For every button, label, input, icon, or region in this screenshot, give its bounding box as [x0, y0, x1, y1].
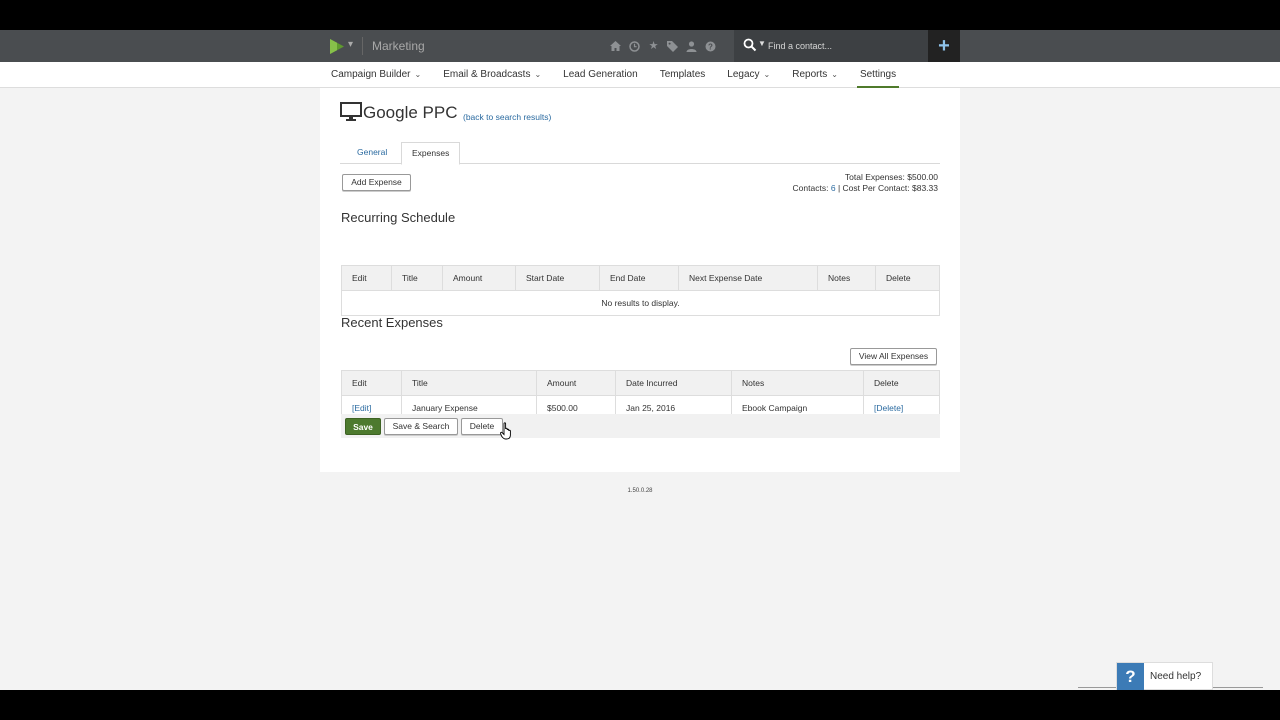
recurring-schedule-table: Edit Title Amount Start Date End Date Ne…	[341, 265, 940, 316]
column-header[interactable]: Edit	[341, 370, 402, 396]
svg-text:?: ?	[708, 42, 713, 51]
app-switcher-chevron-icon[interactable]: ▾	[348, 39, 353, 50]
tab-expenses[interactable]: Expenses	[401, 142, 461, 165]
nav-item-lead-generation[interactable]: Lead Generation	[563, 62, 638, 88]
column-header[interactable]: Amount	[442, 265, 516, 291]
nav-item-templates[interactable]: Templates	[660, 62, 706, 88]
table-header-row: Edit Title Amount Start Date End Date Ne…	[341, 265, 940, 291]
tag-icon[interactable]	[666, 38, 679, 54]
monitor-icon	[340, 102, 362, 121]
nav-item-label: Lead Generation	[563, 69, 638, 80]
help-question-icon: ?	[1117, 663, 1144, 690]
quick-icons: ★ ?	[609, 38, 717, 54]
quick-add-button[interactable]: +	[928, 30, 960, 62]
view-all-expenses-button[interactable]: View All Expenses	[850, 348, 937, 365]
save-button[interactable]: Save	[345, 418, 381, 435]
top-bar: ▾ Marketing ★ ? ▼ Find a contact... +	[0, 30, 1280, 62]
contacts-count-link[interactable]: 6	[831, 183, 836, 193]
table-header-row: Edit Title Amount Date Incurred Notes De…	[341, 370, 940, 396]
nav-item-legacy[interactable]: Legacy ⌄	[727, 62, 770, 88]
column-header[interactable]: Notes	[731, 370, 864, 396]
person-icon[interactable]	[685, 38, 698, 54]
expense-totals: Total Expenses: $500.00 Contacts: 6 | Co…	[793, 172, 938, 194]
contacts-label: Contacts:	[792, 183, 829, 193]
star-icon[interactable]: ★	[647, 38, 660, 54]
column-header[interactable]: Start Date	[515, 265, 600, 291]
contact-search: ▼	[734, 30, 928, 62]
search-options-chevron-icon[interactable]: ▼	[758, 39, 766, 48]
back-to-search-link[interactable]: (back to search results)	[463, 112, 551, 122]
chevron-down-icon: ⌄	[534, 70, 542, 79]
chevron-down-icon: ⌄	[414, 70, 422, 79]
nav-item-campaign-builder[interactable]: Campaign Builder ⌄	[331, 62, 421, 88]
cost-per-contact-label: Cost Per Contact:	[842, 183, 910, 193]
app-name: Marketing	[372, 39, 425, 53]
column-header[interactable]: Next Expense Date	[678, 265, 818, 291]
recent-expenses-title: Recent Expenses	[341, 315, 443, 330]
clock-icon[interactable]	[628, 38, 641, 54]
main-nav: Campaign Builder ⌄ Email & Broadcasts ⌄ Le…	[0, 62, 1280, 88]
nav-item-email-broadcasts[interactable]: Email & Broadcasts ⌄	[443, 62, 541, 88]
nav-item-label: Email & Broadcasts	[443, 69, 531, 80]
column-header[interactable]: Delete	[863, 370, 940, 396]
search-icon[interactable]	[743, 38, 757, 52]
nav-item-label: Reports	[792, 69, 828, 80]
cost-per-contact-value: $83.33	[912, 183, 938, 193]
column-header[interactable]: Notes	[817, 265, 876, 291]
nav-item-label: Campaign Builder	[331, 69, 411, 80]
contacts-line: Contacts: 6 | Cost Per Contact: $83.33	[793, 183, 938, 194]
top-bar-inner: ▾ Marketing ★ ? ▼ Find a contact... +	[320, 30, 960, 62]
empty-message: No results to display.	[341, 290, 940, 316]
need-help-label: Need help?	[1150, 671, 1202, 682]
save-and-search-button[interactable]: Save & Search	[384, 418, 458, 435]
column-header[interactable]: Title	[391, 265, 443, 291]
contact-search-input[interactable]	[768, 37, 918, 55]
nav-item-label: Legacy	[727, 69, 760, 80]
help-circle-icon[interactable]: ?	[704, 38, 717, 54]
tab-bar: General Expenses	[340, 142, 940, 165]
total-expenses-value: $500.00	[907, 172, 938, 182]
page-title: Google PPC	[363, 103, 458, 122]
column-header[interactable]: Amount	[536, 370, 616, 396]
lead-source-card: Google PPC (back to search results) Gene…	[320, 88, 960, 472]
nav-item-settings[interactable]: Settings	[856, 62, 900, 88]
column-header[interactable]: Delete	[875, 265, 940, 291]
need-help-button[interactable]: ? Need help?	[1116, 662, 1213, 690]
column-header[interactable]: End Date	[599, 265, 679, 291]
form-action-bar: Save Save & Search Delete	[341, 414, 940, 438]
chevron-down-icon: ⌄	[831, 70, 838, 79]
table-row: No results to display.	[341, 290, 940, 316]
recurring-schedule-title: Recurring Schedule	[341, 210, 456, 225]
hand-cursor-icon	[500, 422, 511, 440]
app-logo-icon[interactable]	[329, 38, 345, 55]
top-bar-divider	[362, 37, 363, 55]
column-header[interactable]: Title	[401, 370, 537, 396]
nav-item-label: Templates	[659, 69, 706, 80]
nav-items: Campaign Builder ⌄ Email & Broadcasts ⌄ Le…	[331, 62, 918, 88]
app-version: 1.50.0.28	[627, 488, 653, 494]
app-screen: ▾ Marketing ★ ? ▼ Find a contact... + Ca…	[0, 30, 1280, 690]
add-expense-button[interactable]: Add Expense	[342, 174, 411, 191]
total-expenses-line: Total Expenses: $500.00	[793, 172, 938, 183]
delete-button[interactable]: Delete	[461, 418, 503, 435]
nav-item-reports[interactable]: Reports ⌄	[792, 62, 838, 88]
nav-item-label: Settings	[859, 69, 897, 80]
totals-separator: |	[837, 183, 841, 193]
tab-general[interactable]: General	[347, 142, 397, 164]
total-expenses-label: Total Expenses:	[844, 172, 905, 182]
chevron-down-icon: ⌄	[763, 70, 771, 79]
home-icon[interactable]	[609, 38, 622, 54]
column-header[interactable]: Date Incurred	[615, 370, 732, 396]
column-header[interactable]: Edit	[341, 265, 392, 291]
